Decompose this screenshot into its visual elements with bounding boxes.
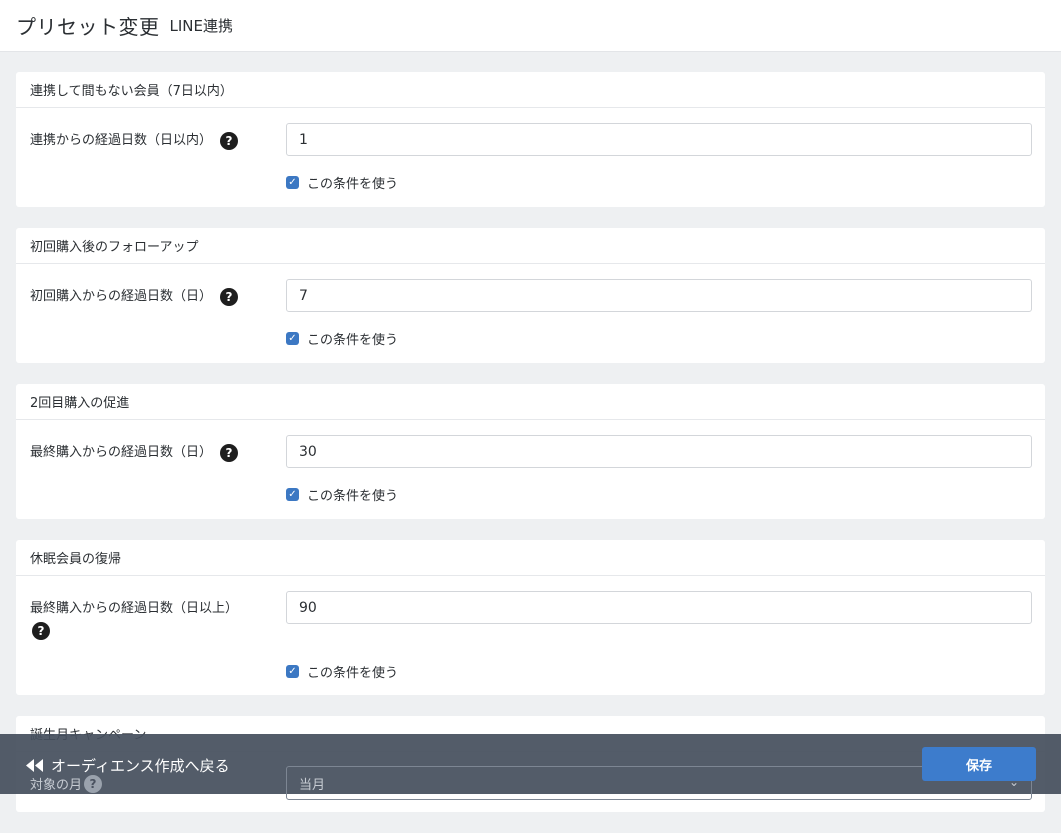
preset-card-recently-linked: 連携して間もない会員（7日以内） 連携からの経過日数（日以内）? ✓ この条件を… — [16, 72, 1045, 207]
backward-icon — [26, 759, 43, 772]
preset-card-second-purchase: 2回目購入の促進 最終購入からの経過日数（日）? ✓ この条件を使う — [16, 384, 1045, 519]
field-label: 最終購入からの経過日数（日以上）? — [30, 598, 270, 642]
back-label: オーディエンス作成へ戻る — [51, 757, 230, 775]
field-label-text: 初回購入からの経過日数（日） — [30, 289, 213, 304]
check-icon[interactable]: ✓ — [286, 332, 299, 345]
check-icon[interactable]: ✓ — [286, 488, 299, 501]
preset-card-first-purchase-followup: 初回購入後のフォローアップ 初回購入からの経過日数（日）? ✓ この条件を使う — [16, 228, 1045, 363]
page-subtitle: LINE連携 — [169, 17, 233, 35]
question-circle-icon[interactable]: ? — [220, 131, 239, 150]
checkbox-label: この条件を使う — [307, 333, 399, 348]
preset-form: 連携して間もない会員（7日以内） 連携からの経過日数（日以内）? ✓ この条件を… — [16, 72, 1045, 833]
checkbox-label: この条件を使う — [307, 489, 399, 504]
preset-card-dormant-reactivation: 休眠会員の復帰 最終購入からの経過日数（日以上）? ✓ この条件を使う — [16, 540, 1045, 695]
days-since-last-purchase-input[interactable] — [286, 435, 1032, 468]
question-circle-icon: ? — [84, 774, 103, 793]
checkbox-label: この条件を使う — [307, 666, 399, 681]
back-to-audience-link[interactable]: オーディエンス作成へ戻る — [26, 755, 230, 776]
question-circle-icon[interactable]: ? — [32, 621, 50, 640]
card-title: 連携して間もない会員（7日以内） — [16, 72, 1045, 108]
field-label: 最終購入からの経過日数（日）? — [30, 442, 260, 464]
use-condition-checkbox-row[interactable]: ✓ この条件を使う — [286, 662, 398, 681]
field-label-text: 連携からの経過日数（日以内） — [30, 133, 213, 148]
target-month-label: 対象の月 ? — [30, 774, 103, 793]
check-icon[interactable]: ✓ — [286, 665, 299, 678]
field-label-text: 対象の月 — [30, 778, 83, 793]
card-title: 初回購入後のフォローアップ — [16, 228, 1045, 264]
field-label: 初回購入からの経過日数（日）? — [30, 286, 260, 308]
use-condition-checkbox-row[interactable]: ✓ この条件を使う — [286, 329, 398, 348]
check-icon[interactable]: ✓ — [286, 176, 299, 189]
save-button[interactable]: 保存 — [922, 747, 1036, 781]
days-since-last-purchase-min-input[interactable] — [286, 591, 1032, 624]
page-title: プリセット変更 — [16, 15, 160, 39]
card-title: 2回目購入の促進 — [16, 384, 1045, 420]
use-condition-checkbox-row[interactable]: ✓ この条件を使う — [286, 173, 398, 192]
bottom-action-bar: 対象の月 ? 当月 ⌄ オーディエンス作成へ戻る 保存 — [0, 734, 1061, 800]
field-label-text: 最終購入からの経過日数（日） — [30, 445, 213, 460]
field-label-text: 最終購入からの経過日数（日以上） — [30, 601, 239, 616]
select-value: 当月 — [299, 777, 326, 793]
days-since-link-input[interactable] — [286, 123, 1032, 156]
page-header: プリセット変更 LINE連携 — [0, 0, 1061, 52]
card-title: 休眠会員の復帰 — [16, 540, 1045, 576]
target-month-select[interactable]: 当月 ⌄ — [286, 766, 1032, 800]
field-label: 連携からの経過日数（日以内）? — [30, 130, 260, 152]
checkbox-label: この条件を使う — [307, 177, 399, 192]
question-circle-icon[interactable]: ? — [220, 443, 239, 462]
days-since-first-purchase-input[interactable] — [286, 279, 1032, 312]
use-condition-checkbox-row[interactable]: ✓ この条件を使う — [286, 485, 398, 504]
question-circle-icon[interactable]: ? — [220, 287, 239, 306]
